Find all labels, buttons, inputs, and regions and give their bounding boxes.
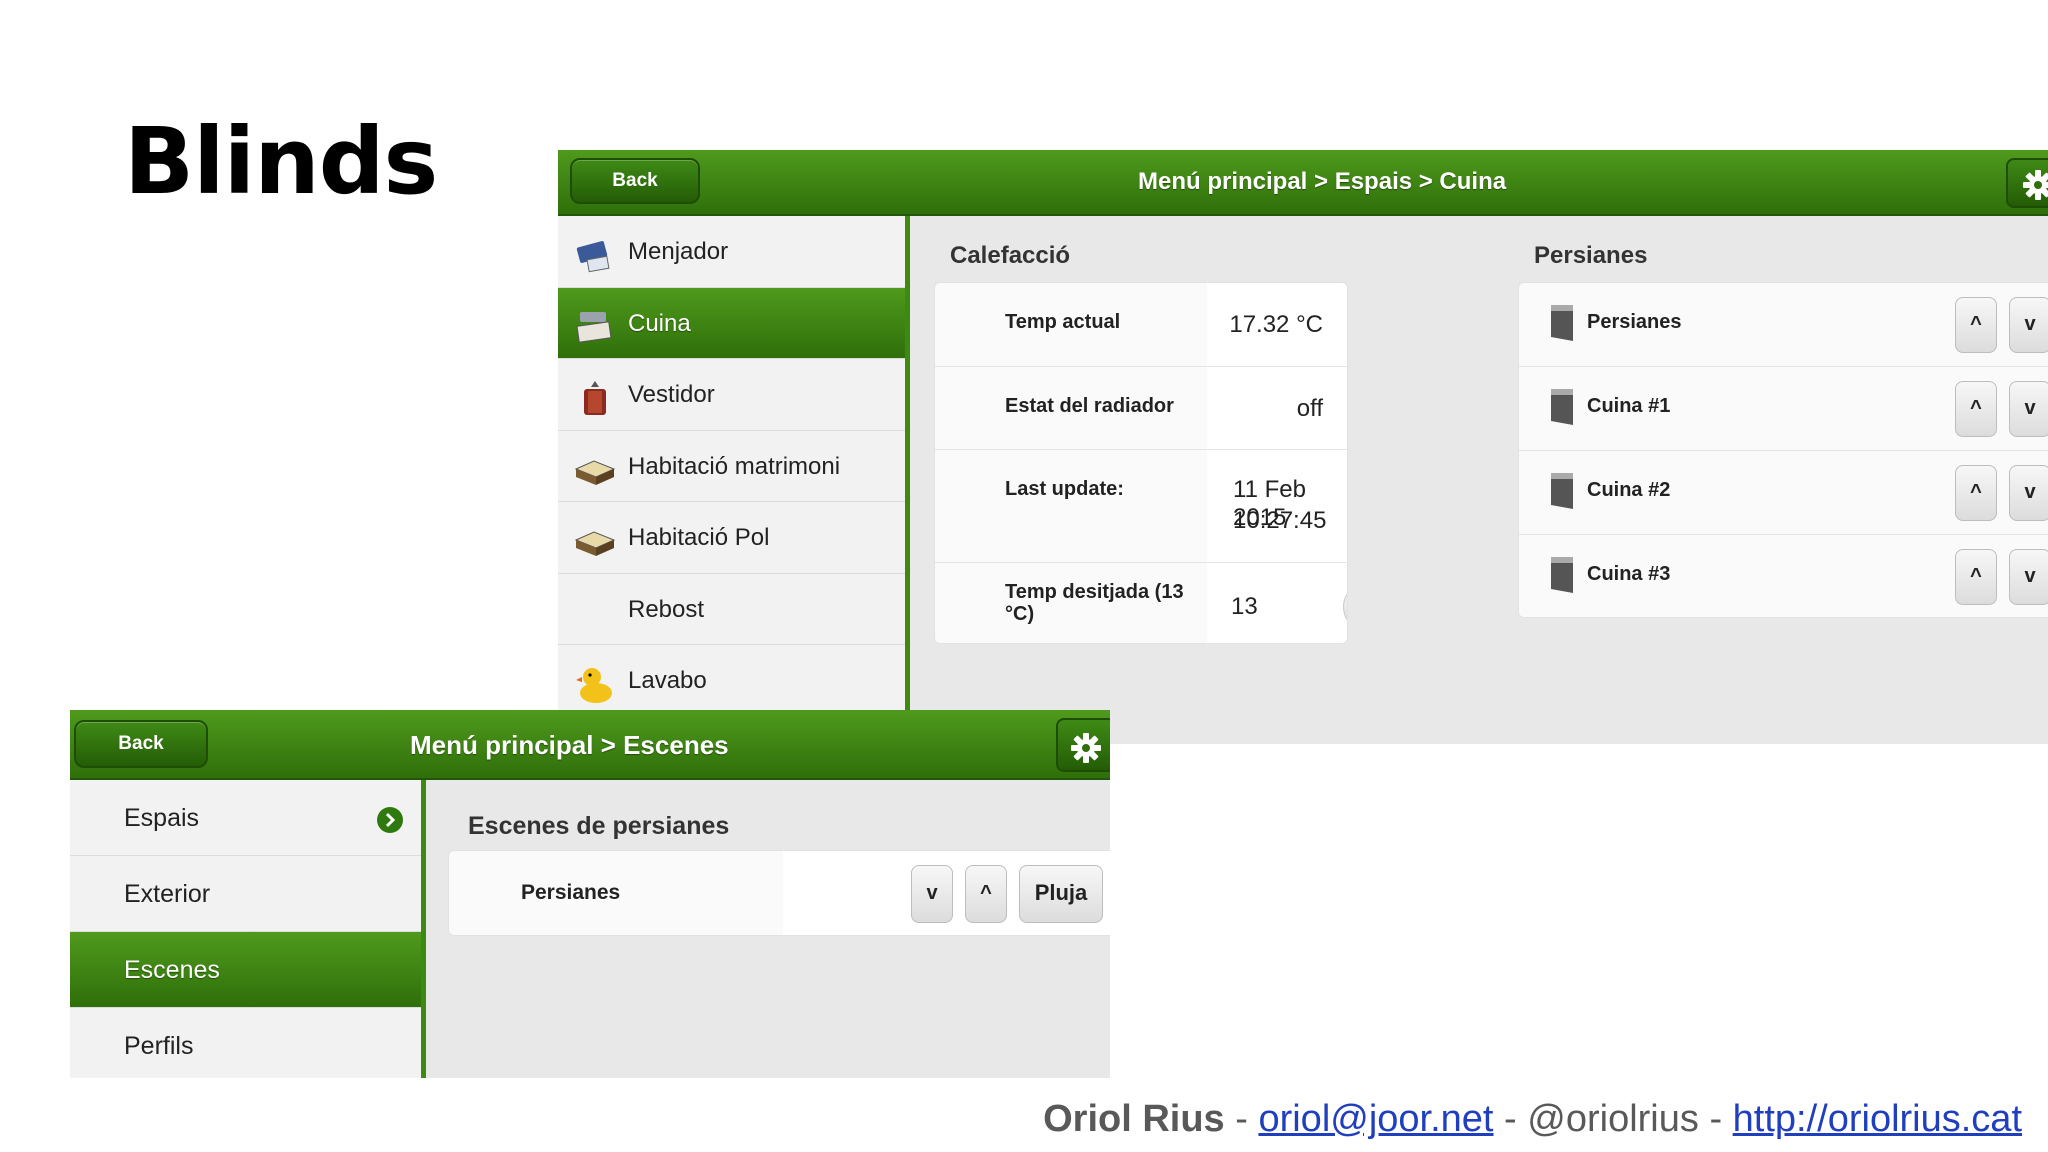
- bed-icon: [574, 459, 616, 485]
- sidebar-item-label: Habitació Pol: [628, 524, 770, 551]
- last-update-time: 10:27:45: [1233, 507, 1327, 534]
- sidebar-item-perfils[interactable]: Perfils: [70, 1008, 421, 1078]
- settings-button[interactable]: [1056, 718, 1110, 772]
- sidebar-item-habitacio-pol[interactable]: Habitació Pol: [558, 502, 905, 574]
- sidebar-item-cuina[interactable]: Cuina: [558, 287, 905, 359]
- scene-row: Persianes v ^ Pluja: [449, 851, 1110, 935]
- email-link[interactable]: oriol@joor.net: [1258, 1098, 1493, 1140]
- blind-label: Persianes: [1587, 311, 1682, 333]
- desired-temp-label: Temp desitjada (13: [1005, 581, 1184, 603]
- last-update-row: Last update: 11 Feb 2015 10:27:45: [935, 450, 1347, 563]
- top-bar: Back Menú principal > Escenes: [70, 710, 1110, 780]
- sidebar-item-label: Habitació matrimoni: [628, 452, 841, 480]
- blinds-title: Persianes: [1534, 242, 1648, 269]
- gear-icon: [2023, 170, 2048, 200]
- sidebar-item-label: Exterior: [124, 880, 211, 908]
- sidebar-item-escenes[interactable]: Escenes: [70, 932, 421, 1008]
- blind-row: Persianes ^ v: [1519, 283, 2048, 367]
- scene-rain-button[interactable]: Pluja: [1019, 865, 1103, 923]
- desired-temp-row: Temp desitjada (13 °C) 13 - +: [935, 563, 1347, 643]
- sidebar-item-vestidor[interactable]: Vestidor: [558, 359, 905, 431]
- sidebar-item-label: Perfils: [124, 1032, 194, 1060]
- temp-actual-label: Temp actual: [1005, 311, 1121, 333]
- slide: Blinds Back Menú principal > Espais > Cu…: [0, 0, 2048, 1152]
- blind-icon: [1551, 305, 1573, 341]
- sidebar-item-exterior[interactable]: Exterior: [70, 856, 421, 932]
- top-bar: Back Menú principal > Espais > Cuina: [558, 150, 2048, 216]
- scenes-card: Persianes v ^ Pluja: [448, 850, 1110, 936]
- blind-icon: [1551, 557, 1573, 593]
- sidebar-item-label: Rebost: [628, 595, 705, 623]
- separator: -: [1224, 1098, 1259, 1140]
- sidebar-item-label: Lavabo: [628, 667, 707, 694]
- footer: Oriol Rius - oriol@joor.net - @oriolrius…: [1043, 1098, 2022, 1141]
- scene-up-button[interactable]: ^: [965, 865, 1007, 923]
- desired-temp-value: 13: [1231, 593, 1258, 620]
- author-name: Oriol Rius: [1043, 1098, 1225, 1140]
- sidebar-item-label: Espais: [124, 804, 200, 832]
- wardrobe-icon: [584, 381, 606, 415]
- heating-title: Calefacció: [950, 242, 1071, 269]
- sidebar-item-rebost[interactable]: Rebost: [558, 574, 905, 645]
- website-link[interactable]: http://oriolrius.cat: [1733, 1098, 2022, 1140]
- blind-row: Cuina #2 ^ v: [1519, 451, 2048, 535]
- scene-label: Persianes: [521, 881, 621, 904]
- sidebar-item-espais[interactable]: Espais: [70, 780, 421, 856]
- blind-icon: [1551, 473, 1573, 509]
- blind-up-button[interactable]: ^: [1955, 297, 1997, 353]
- blind-down-button[interactable]: v: [2009, 297, 2048, 353]
- blind-row: Cuina #1 ^ v: [1519, 367, 2048, 451]
- radiator-label: Estat del radiador: [1005, 395, 1174, 417]
- blinds-card: Persianes ^ v Cuina #1 ^ v Cuina #2 ^ v …: [1518, 282, 2048, 618]
- radiator-row: Estat del radiador off: [935, 367, 1347, 450]
- duck-icon: [576, 668, 612, 703]
- blind-row: Cuina #3 ^ v: [1519, 535, 2048, 617]
- slide-title: Blinds: [124, 108, 438, 215]
- gear-icon: [1071, 733, 1101, 763]
- last-update-label: Last update:: [1005, 478, 1124, 500]
- blind-up-button[interactable]: ^: [1955, 381, 1997, 437]
- blind-label: Cuina #1: [1587, 395, 1671, 417]
- radiator-value: off: [1296, 395, 1323, 422]
- heating-card: Temp actual 17.32 °C Estat del radiador …: [934, 282, 1348, 644]
- twitter-handle: - @oriolrius -: [1493, 1098, 1733, 1140]
- desired-temp-unit: °C): [1005, 603, 1035, 625]
- blind-label: Cuina #3: [1587, 563, 1671, 585]
- sidebar-item-label: Cuina: [628, 309, 691, 337]
- kitchen-icon: [576, 311, 612, 343]
- sidebar-item-label: Escenes: [124, 956, 220, 984]
- blind-label: Cuina #2: [1587, 479, 1671, 501]
- breadcrumb: Menú principal > Espais > Cuina: [1138, 168, 1507, 195]
- scenes-window: Back Menú principal > Escenes Espais Ext…: [70, 710, 1110, 1078]
- sidebar-item-label: Menjador: [628, 238, 729, 265]
- blind-icon: [1551, 389, 1573, 425]
- sidebar-item-menjador[interactable]: Menjador: [558, 216, 905, 288]
- settings-button[interactable]: [2006, 158, 2048, 208]
- sidebar-item-habitacio-matrimoni[interactable]: Habitació matrimoni: [558, 431, 905, 502]
- blind-down-button[interactable]: v: [2009, 465, 2048, 521]
- blind-down-button[interactable]: v: [2009, 381, 2048, 437]
- chevron-right-icon: [377, 807, 403, 833]
- sidebar: Menjador Cuina Vestidor Habitació matrim…: [558, 216, 910, 744]
- temp-actual-row: Temp actual 17.32 °C: [935, 283, 1347, 367]
- bed-icon: [574, 531, 616, 556]
- scene-down-button[interactable]: v: [911, 865, 953, 923]
- blind-up-button[interactable]: ^: [1955, 465, 1997, 521]
- sidebar-item-label: Vestidor: [628, 381, 715, 408]
- sidebar-item-lavabo[interactable]: Lavabo: [558, 645, 905, 717]
- breadcrumb: Menú principal > Escenes: [410, 730, 729, 760]
- temp-actual-value: 17.32 °C: [1229, 311, 1323, 338]
- dining-icon: [576, 241, 610, 273]
- blind-down-button[interactable]: v: [2009, 549, 2048, 605]
- room-window: Back Menú principal > Espais > Cuina Men…: [558, 150, 2048, 744]
- scenes-title: Escenes de persianes: [468, 812, 730, 840]
- blind-up-button[interactable]: ^: [1955, 549, 1997, 605]
- sidebar: Espais Exterior Escenes Perfils: [70, 780, 426, 1078]
